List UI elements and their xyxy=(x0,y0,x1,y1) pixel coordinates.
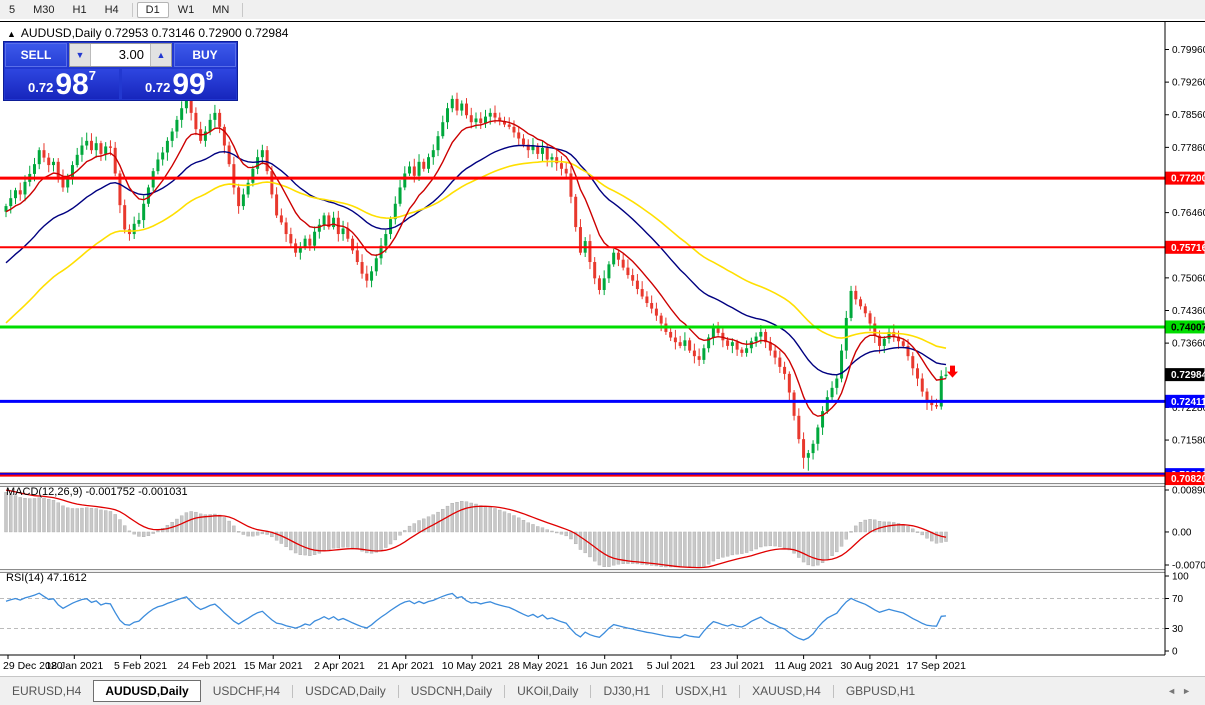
panel-collapse-arrow[interactable]: ▲ xyxy=(7,29,16,39)
tab-usdx-h1[interactable]: USDX,H1 xyxy=(663,680,739,702)
tab-eurusd-h4[interactable]: EURUSD,H4 xyxy=(0,680,93,702)
svg-text:0.00: 0.00 xyxy=(1172,527,1192,538)
tab-usdcnh-daily[interactable]: USDCNH,Daily xyxy=(399,680,504,702)
volume-increase-button[interactable]: ▲ xyxy=(151,44,171,66)
buy-price-prefix: 0.72 xyxy=(145,80,170,95)
svg-text:0.74360: 0.74360 xyxy=(1172,306,1205,317)
svg-text:0.71580: 0.71580 xyxy=(1172,436,1205,447)
svg-text:0.77860: 0.77860 xyxy=(1172,143,1205,154)
buy-price-big: 99 xyxy=(172,72,205,98)
svg-text:24 Feb 2021: 24 Feb 2021 xyxy=(177,660,236,672)
timeframe-button-d1[interactable]: D1 xyxy=(137,2,169,18)
svg-text:0.79960: 0.79960 xyxy=(1172,45,1205,56)
timeframe-button-w1[interactable]: W1 xyxy=(169,2,204,18)
one-click-trading-panel: SELL ▼ 3.00 ▲ BUY 0.72987 0.72999 xyxy=(3,41,238,101)
svg-text:0.75716: 0.75716 xyxy=(1171,243,1205,254)
svg-text:21 Apr 2021: 21 Apr 2021 xyxy=(377,660,434,672)
chart-window: 0.79960 0.79260 0.78560 0.77860 0.76460 0.750… xyxy=(0,19,1205,676)
svg-text:11 Aug 2021: 11 Aug 2021 xyxy=(774,660,832,672)
svg-text:0.70820: 0.70820 xyxy=(1171,474,1205,485)
toolbar-separator xyxy=(242,3,243,17)
sell-price-big: 98 xyxy=(55,72,88,98)
svg-text:70: 70 xyxy=(1172,594,1184,605)
volume-input[interactable]: 3.00 xyxy=(90,44,151,66)
tab-usdchf-h4[interactable]: USDCHF,H4 xyxy=(201,680,292,702)
sell-price-pipette: 7 xyxy=(89,68,96,83)
timeframe-toolbar: 5M30H1H4 D1W1MN xyxy=(0,0,1205,20)
svg-text:0.008904: 0.008904 xyxy=(1172,486,1205,497)
svg-text:0.74007: 0.74007 xyxy=(1171,322,1205,333)
buy-price-pipette: 9 xyxy=(206,68,213,83)
svg-text:15 Mar 2021: 15 Mar 2021 xyxy=(244,660,303,672)
svg-text:0.72984: 0.72984 xyxy=(1171,370,1205,381)
svg-text:5 Feb 2021: 5 Feb 2021 xyxy=(114,660,167,672)
timeframe-button-h4[interactable]: H4 xyxy=(96,2,128,18)
toolbar-separator xyxy=(132,3,133,17)
svg-text:0.73660: 0.73660 xyxy=(1172,339,1205,350)
svg-text:0.76460: 0.76460 xyxy=(1172,208,1205,219)
svg-text:2 Apr 2021: 2 Apr 2021 xyxy=(314,660,365,672)
svg-text:0.79260: 0.79260 xyxy=(1172,78,1205,89)
svg-text:0.77200: 0.77200 xyxy=(1171,174,1205,185)
svg-text:30: 30 xyxy=(1172,624,1184,635)
svg-text:18 Jan 2021: 18 Jan 2021 xyxy=(45,660,103,672)
sell-price-display[interactable]: 0.72987 xyxy=(5,69,119,99)
svg-text:0.72411: 0.72411 xyxy=(1171,397,1205,408)
svg-text:23 Jul 2021: 23 Jul 2021 xyxy=(710,660,764,672)
volume-control: ▼ 3.00 ▲ xyxy=(69,43,172,67)
timeframe-button-5[interactable]: 5 xyxy=(0,2,24,18)
timeframe-button-mn[interactable]: MN xyxy=(203,2,238,18)
chart-title-text: AUDUSD,Daily 0.72953 0.73146 0.72900 0.7… xyxy=(21,26,289,40)
timeframe-button-h1[interactable]: H1 xyxy=(64,2,96,18)
price-chart[interactable]: 0.79960 0.79260 0.78560 0.77860 0.76460 0.750… xyxy=(0,19,1205,676)
chart-title: ▲ AUDUSD,Daily 0.72953 0.73146 0.72900 0.… xyxy=(7,26,288,40)
svg-text:5 Jul 2021: 5 Jul 2021 xyxy=(647,660,696,672)
volume-decrease-button[interactable]: ▼ xyxy=(70,44,90,66)
rsi-label: RSI(14) 47.1612 xyxy=(6,572,87,584)
svg-text:0: 0 xyxy=(1172,647,1178,658)
svg-text:0.75060: 0.75060 xyxy=(1172,273,1205,284)
svg-text:28 May 2021: 28 May 2021 xyxy=(508,660,569,672)
timeframe-button-m30[interactable]: M30 xyxy=(24,2,63,18)
tab-scroll-arrows[interactable]: ◄► xyxy=(1167,686,1205,696)
svg-text:17 Sep 2021: 17 Sep 2021 xyxy=(906,660,966,672)
sell-price-prefix: 0.72 xyxy=(28,80,53,95)
tab-gbpusd-h1[interactable]: GBPUSD,H1 xyxy=(834,680,927,702)
svg-text:16 Jun 2021: 16 Jun 2021 xyxy=(576,660,634,672)
tab-ukoil-daily[interactable]: UKOil,Daily xyxy=(505,680,590,702)
chart-tabs-bar: EURUSD,H4AUDUSD,DailyUSDCHF,H4USDCAD,Dai… xyxy=(0,676,1205,705)
tab-usdcad-daily[interactable]: USDCAD,Daily xyxy=(293,680,398,702)
tab-dj30-h1[interactable]: DJ30,H1 xyxy=(591,680,662,702)
svg-text:-0.00701: -0.00701 xyxy=(1172,561,1205,572)
sell-button[interactable]: SELL xyxy=(5,43,67,67)
svg-text:30 Aug 2021: 30 Aug 2021 xyxy=(840,660,899,672)
svg-text:10 May 2021: 10 May 2021 xyxy=(442,660,503,672)
tab-audusd-daily[interactable]: AUDUSD,Daily xyxy=(93,680,200,702)
tab-xauusd-h4[interactable]: XAUUSD,H4 xyxy=(740,680,833,702)
svg-text:0.78560: 0.78560 xyxy=(1172,110,1205,121)
macd-label: MACD(12,26,9) -0.001752 -0.001031 xyxy=(6,486,188,498)
buy-price-display[interactable]: 0.72999 xyxy=(122,69,236,99)
svg-text:100: 100 xyxy=(1172,572,1189,583)
buy-button[interactable]: BUY xyxy=(174,43,236,67)
